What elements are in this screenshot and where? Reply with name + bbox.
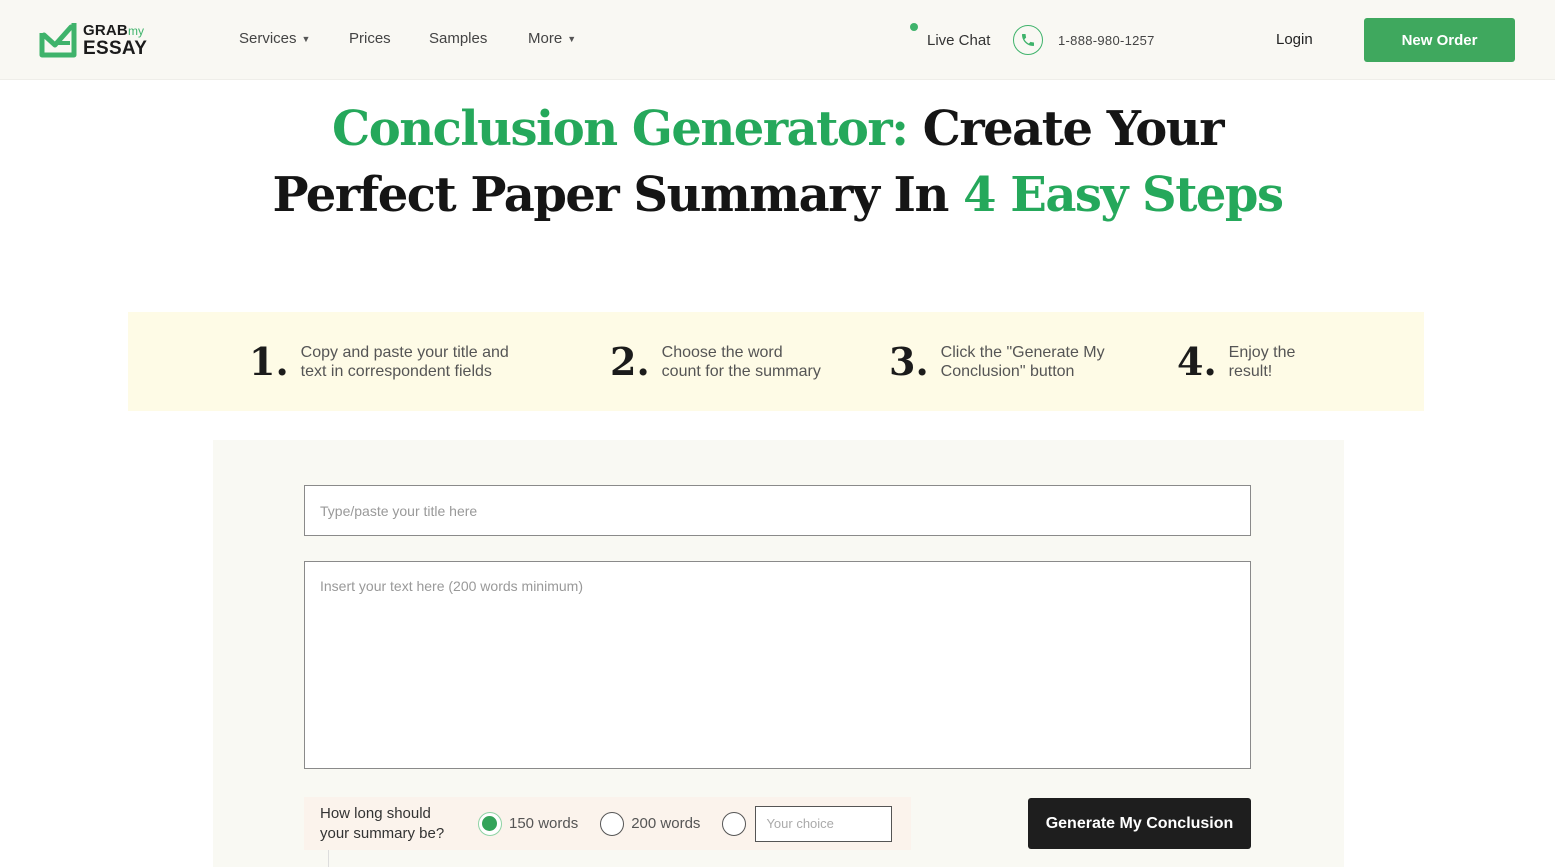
chevron-down-icon: ▼ — [567, 33, 577, 44]
radio-200-words[interactable] — [600, 811, 625, 836]
step-description: Choose the word count for the summary — [662, 343, 821, 381]
logo-essay: ESSAY — [83, 37, 148, 59]
logo-grab: GRAB — [83, 21, 128, 39]
step-number: 1. — [249, 339, 289, 384]
generator-form: How long should your summary be? 150 wor… — [213, 440, 1344, 867]
title-highlight-1: Conclusion Generator: — [332, 101, 909, 157]
logo-my: my — [127, 23, 144, 38]
logo-check-icon — [39, 23, 77, 58]
step-line: Conclusion" button — [940, 363, 1075, 380]
step-line: Click the "Generate My — [940, 344, 1105, 361]
option-label: 150 words — [509, 815, 579, 832]
option-custom[interactable] — [722, 811, 747, 836]
step-line: Choose the word — [661, 344, 783, 361]
title-text-1: Create Your — [907, 101, 1225, 157]
logo[interactable]: GRABmy ESSAY — [38, 19, 147, 59]
option-150-words[interactable]: 150 words — [478, 811, 579, 836]
step-4: 4. Enjoy the result! — [1177, 342, 1295, 382]
step-number: 4. — [1177, 339, 1217, 384]
phone-number: 1-888-980-1257 — [1058, 32, 1155, 48]
nav-more[interactable]: More ▼ — [528, 30, 576, 47]
question-line: How long should — [320, 804, 431, 822]
step-2: 2. Choose the word count for the summary — [610, 342, 821, 382]
step-description: Click the "Generate My Conclusion" butto… — [941, 343, 1105, 381]
phone-link[interactable]: 1-888-980-1257 — [1013, 25, 1155, 55]
custom-word-count-input[interactable] — [755, 805, 893, 842]
step-description: Copy and paste your title and text in co… — [301, 343, 509, 381]
title-input[interactable] — [304, 485, 1251, 536]
radio-150-words[interactable] — [478, 811, 502, 836]
step-line: Enjoy the — [1228, 344, 1296, 361]
step-3: 3. Click the "Generate My Conclusion" bu… — [889, 342, 1105, 382]
live-chat-label: Live Chat — [927, 32, 991, 49]
question-line: your summary be? — [320, 824, 445, 842]
nav-samples-label: Samples — [429, 30, 488, 47]
divider — [328, 850, 329, 867]
chevron-down-icon: ▼ — [301, 33, 311, 44]
step-line: count for the summary — [661, 363, 821, 380]
summary-length-question: How long should your summary be? — [320, 804, 470, 844]
step-number: 3. — [889, 339, 929, 384]
option-label: 200 words — [631, 815, 701, 832]
step-line: result! — [1228, 363, 1273, 380]
title-highlight-2: 4 Easy Steps — [963, 167, 1284, 223]
nav-samples[interactable]: Samples — [429, 30, 487, 47]
steps-banner: 1. Copy and paste your title and text in… — [128, 312, 1424, 411]
option-200-words[interactable]: 200 words — [600, 811, 701, 836]
step-line: Copy and paste your title and — [300, 344, 509, 361]
generate-conclusion-button[interactable]: Generate My Conclusion — [1028, 798, 1251, 849]
site-header: GRABmy ESSAY Services ▼ Prices Samples M… — [0, 0, 1555, 80]
step-1: 1. Copy and paste your title and text in… — [249, 342, 509, 382]
nav-prices[interactable]: Prices — [349, 30, 391, 47]
summary-length-selector: How long should your summary be? 150 wor… — [304, 797, 911, 850]
title-text-2: Perfect Paper Summary In — [272, 167, 964, 223]
nav-services[interactable]: Services ▼ — [239, 30, 310, 47]
nav-more-label: More — [528, 30, 563, 47]
online-status-dot-icon — [910, 23, 918, 31]
step-number: 2. — [610, 339, 650, 384]
page-title: Conclusion Generator: Create Your Perfec… — [0, 96, 1555, 228]
login-link[interactable]: Login — [1276, 31, 1313, 48]
phone-icon — [1013, 25, 1043, 55]
text-input[interactable] — [304, 561, 1251, 769]
new-order-button[interactable]: New Order — [1364, 18, 1515, 62]
step-line: text in correspondent fields — [300, 363, 492, 380]
step-description: Enjoy the result! — [1229, 343, 1296, 381]
radio-custom[interactable] — [722, 811, 747, 836]
nav-services-label: Services — [239, 30, 297, 47]
nav-prices-label: Prices — [349, 30, 391, 47]
